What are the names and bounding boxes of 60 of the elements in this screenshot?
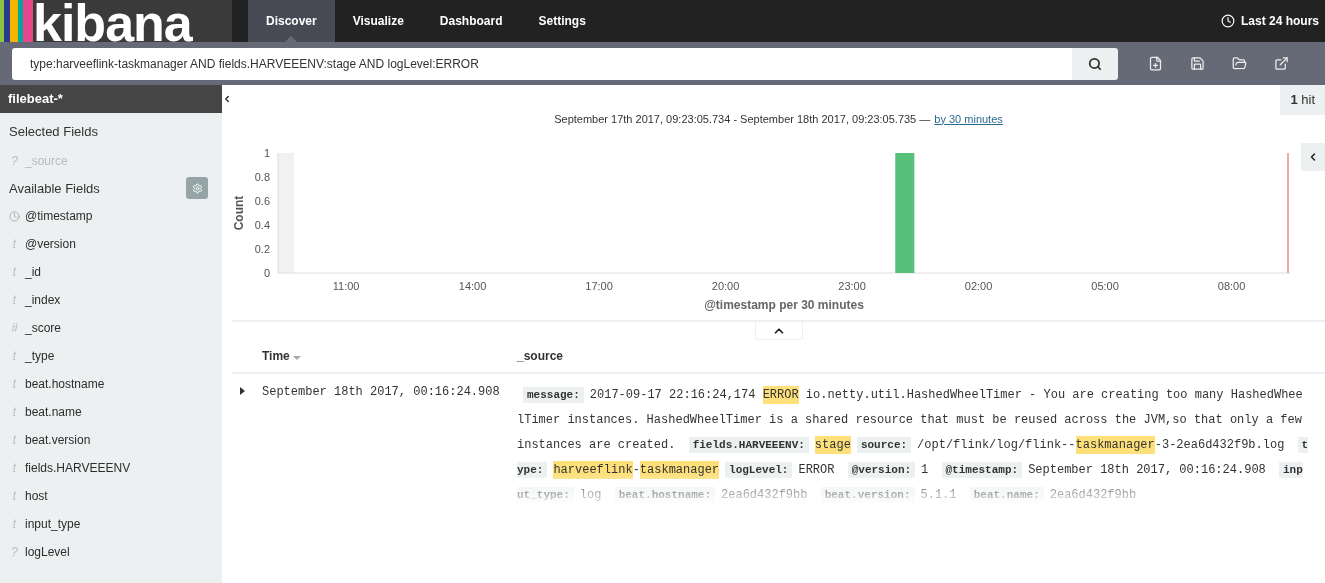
section-title: Available Fields bbox=[8, 179, 101, 198]
x-tick-label: 23:00 bbox=[838, 280, 866, 292]
field-type-icon: ? bbox=[9, 151, 20, 170]
column-header[interactable]: _source bbox=[517, 347, 564, 365]
section-title: Selected Fields bbox=[8, 123, 99, 141]
x-tick-label: 02:00 bbox=[964, 280, 993, 292]
field-name[interactable]: @timestamp bbox=[25, 207, 93, 225]
logo[interactable]: kibana bbox=[0, 0, 232, 42]
clock-icon bbox=[9, 210, 20, 222]
field-type-icon: # bbox=[9, 319, 20, 337]
y-tick-label: 0 bbox=[263, 267, 270, 279]
share-icon[interactable] bbox=[1274, 56, 1289, 71]
x-tick-label: 05:00 bbox=[1091, 280, 1119, 292]
index-pattern-header[interactable]: filebeat-* bbox=[0, 85, 222, 113]
x-axis-title: @timestamp per 30 minutes bbox=[704, 298, 864, 312]
interval-link[interactable]: by 30 minutes bbox=[934, 110, 1003, 127]
clock-icon bbox=[1220, 14, 1235, 28]
folder-icon[interactable] bbox=[1232, 56, 1247, 71]
field-name[interactable]: _type bbox=[25, 347, 55, 365]
nav-tab[interactable]: Dashboard bbox=[421, 0, 521, 42]
collapse-sidebar-icon[interactable] bbox=[222, 94, 232, 104]
source-cell-text: message: 2017-09-17 22:16:24,174 ERROR io.netty.util.HashedWheelTimer - You are creating too many HashedWheelTimer instances. HashedWheelTimer is a shared resource that must be reused across the JVM,so that only a few instances are created. fields.HARVEEENV: stage source: /opt/flink/log/flink--taskmanager-3-2ea6d432f9b.log type: harveeflink-taskmanager logLevel: ERROR @version: 1 @timestamp: September 18th 2017, 00:16:24.908 input_type: log beat.hostname: 2ea6d432f9bb beat.version: 5.1.1 beat.name: 2ea6d432f9bb bbox=[517, 385, 1309, 505]
field-name[interactable]: fields.HARVEEENV bbox=[25, 459, 131, 477]
time-cell-text: September 18th 2017, 00:16:24.908 bbox=[262, 384, 500, 401]
search-icon[interactable] bbox=[1088, 56, 1102, 71]
column-header[interactable]: Time bbox=[262, 347, 290, 365]
new-document-icon[interactable] bbox=[1148, 56, 1163, 71]
field-name[interactable]: _id bbox=[25, 263, 41, 281]
x-tick-label: 08:00 bbox=[1217, 280, 1246, 292]
field-name[interactable]: host bbox=[25, 487, 48, 505]
y-tick-label: 0.8 bbox=[254, 171, 270, 183]
nav-tab[interactable]: Visualize bbox=[334, 0, 422, 42]
y-tick-label: 0.2 bbox=[254, 243, 270, 255]
nav-tab[interactable]: Discover bbox=[248, 0, 335, 42]
query-input[interactable]: type:harveeflink-taskmanager AND fields.HARVEEENV:stage AND logLevel:ERROR bbox=[12, 47, 1072, 80]
field-name[interactable]: beat.name bbox=[25, 403, 82, 421]
field-type-icon: ? bbox=[9, 543, 20, 561]
time-picker[interactable]: Last 24 hours bbox=[1240, 12, 1319, 30]
time-range-text: September 17th 2017, 09:23:05.734 - September 18th 2017, 09:23:05.735 — bbox=[554, 111, 931, 127]
y-tick-label: 1 bbox=[263, 147, 270, 159]
field-name[interactable]: beat.version bbox=[25, 431, 91, 449]
field-name[interactable]: beat.hostname bbox=[25, 375, 105, 393]
y-axis: 0 0.2 0.4 0.6 0.8 1 bbox=[254, 147, 279, 279]
y-tick-label: 0.4 bbox=[254, 219, 270, 231]
x-tick-label: 14:00 bbox=[458, 280, 487, 292]
field-name[interactable]: input_type bbox=[25, 515, 81, 533]
search-button[interactable] bbox=[1072, 47, 1118, 80]
expand-row-icon[interactable] bbox=[240, 387, 245, 395]
y-tick-label: 0.6 bbox=[254, 195, 270, 207]
hit-count: 1 hit bbox=[1280, 85, 1325, 115]
y-axis-title: Count bbox=[232, 195, 246, 231]
field-name[interactable]: @version bbox=[25, 235, 76, 253]
field-name[interactable]: _score bbox=[25, 319, 62, 337]
field-name[interactable]: logLevel bbox=[25, 543, 70, 561]
save-icon[interactable] bbox=[1190, 56, 1205, 71]
nav-tab[interactable]: Settings bbox=[520, 0, 604, 42]
x-tick-label: 11:00 bbox=[332, 280, 360, 292]
x-tick-label: 17:00 bbox=[585, 280, 613, 292]
x-tick-label: 20:00 bbox=[711, 280, 740, 292]
field-name[interactable]: _index bbox=[25, 291, 61, 309]
